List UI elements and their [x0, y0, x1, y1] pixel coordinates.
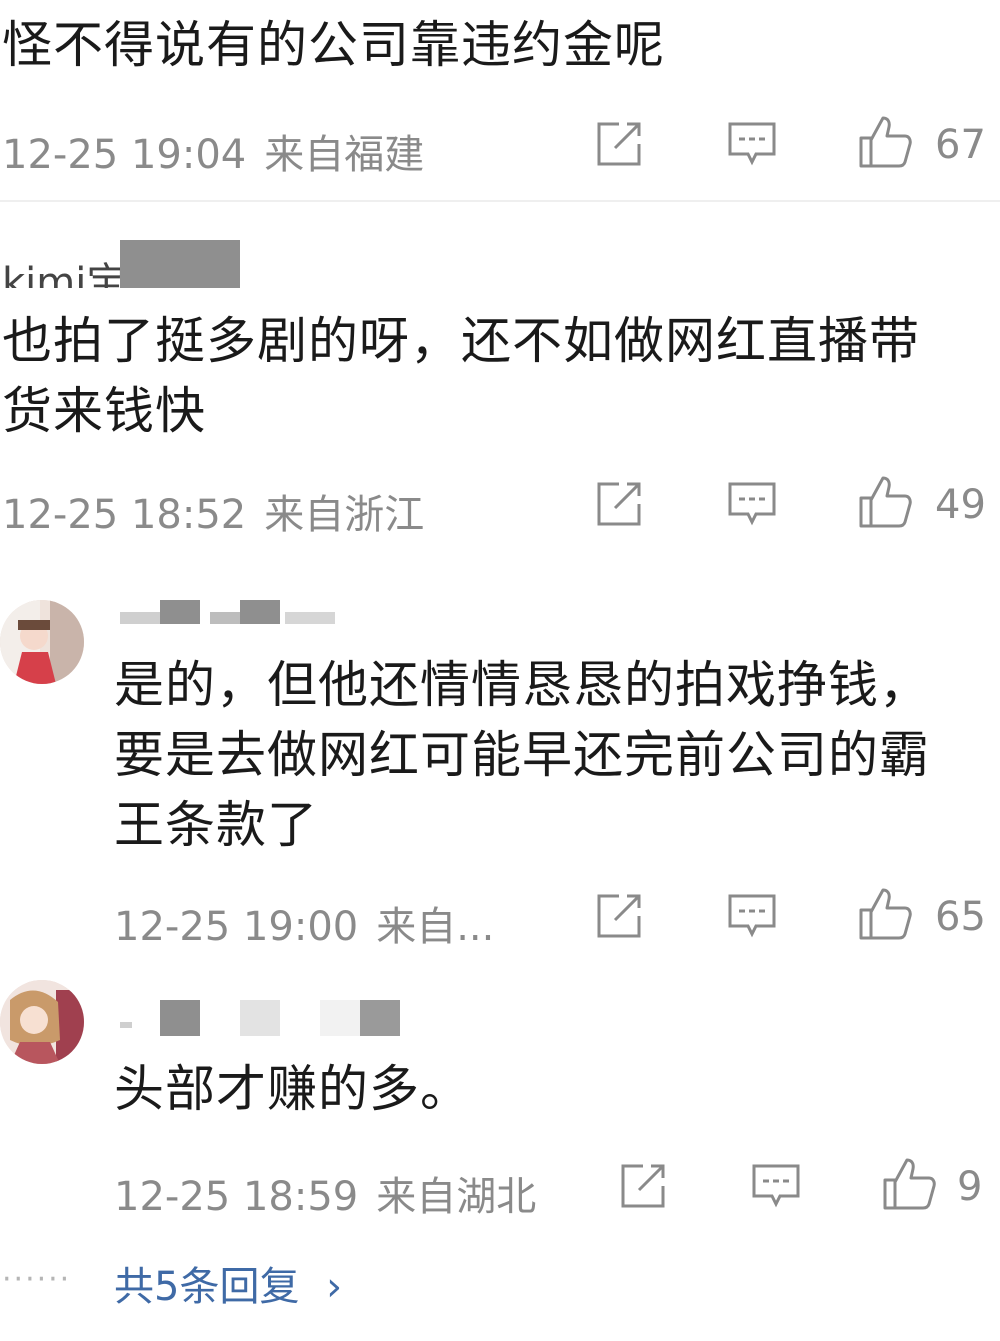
comment-text: 怪不得说有的公司靠违约金呢 — [2, 16, 665, 74]
like-count: 65 — [935, 894, 986, 940]
share-icon[interactable] — [593, 478, 645, 530]
like-count: 49 — [935, 482, 986, 528]
comment-time: 12-25 19:04 — [2, 132, 247, 178]
username-redaction — [120, 612, 160, 624]
comment-icon[interactable] — [726, 118, 778, 170]
reply-text-line: 是的，但他还情情恳恳的拍戏挣钱， — [114, 656, 930, 714]
username-redaction — [120, 240, 240, 288]
thumbs-up-icon[interactable] — [857, 886, 913, 942]
comment-meta: 12-25 18:52 来自浙江 — [2, 482, 424, 540]
thumbs-up-icon[interactable] — [857, 114, 913, 170]
reply-location: 来自... — [376, 904, 495, 950]
comment-location: 来自浙江 — [264, 492, 425, 538]
like-count: 67 — [935, 122, 986, 168]
username-redaction — [240, 600, 280, 624]
share-icon[interactable] — [617, 1160, 669, 1212]
comment-icon[interactable] — [750, 1160, 802, 1212]
thread-dots: ······ — [2, 1262, 72, 1297]
username-redaction — [160, 1000, 200, 1036]
thumbs-up-icon[interactable] — [857, 474, 913, 530]
reply-location: 来自湖北 — [376, 1174, 537, 1220]
comment-text-line: 货来钱快 — [2, 382, 206, 440]
divider — [0, 200, 1000, 202]
comment-text-line: 也拍了挺多剧的呀，还不如做网红直播带 — [2, 312, 920, 370]
thumbs-up-icon[interactable] — [881, 1156, 937, 1212]
reply-text: 头部才赚的多。 — [114, 1060, 471, 1118]
username-redaction — [360, 1000, 400, 1036]
reply-time: 12-25 19:00 — [114, 904, 359, 950]
username-redaction — [210, 612, 240, 624]
avatar[interactable] — [0, 600, 84, 684]
avatar[interactable] — [0, 980, 84, 1064]
username-redaction — [285, 612, 335, 624]
reply-text-line: 要是去做网红可能早还完前公司的霸 — [114, 726, 930, 784]
comment-icon[interactable] — [726, 890, 778, 942]
username-redaction — [120, 1022, 132, 1028]
reply-time: 12-25 18:59 — [114, 1174, 359, 1220]
comment-time: 12-25 18:52 — [2, 492, 247, 538]
comment-meta: 12-25 19:04 来自福建 — [2, 122, 424, 180]
username-redaction — [320, 1000, 360, 1036]
reply-text-line: 王条款了 — [114, 796, 318, 854]
reply-meta: 12-25 18:59 来自湖北 — [114, 1164, 536, 1222]
like-count: 9 — [957, 1164, 983, 1210]
share-icon[interactable] — [593, 890, 645, 942]
comment-location: 来自福建 — [264, 132, 425, 178]
comment-icon[interactable] — [726, 478, 778, 530]
chevron-right-icon: › — [326, 1264, 343, 1310]
reply-meta: 12-25 19:00 来自... — [114, 894, 494, 952]
username-redaction — [160, 600, 200, 624]
more-replies-label: 共5条回复 — [114, 1264, 300, 1310]
username-redaction — [240, 1000, 280, 1036]
more-replies-link[interactable]: 共5条回复 › — [114, 1254, 342, 1312]
share-icon[interactable] — [593, 118, 645, 170]
